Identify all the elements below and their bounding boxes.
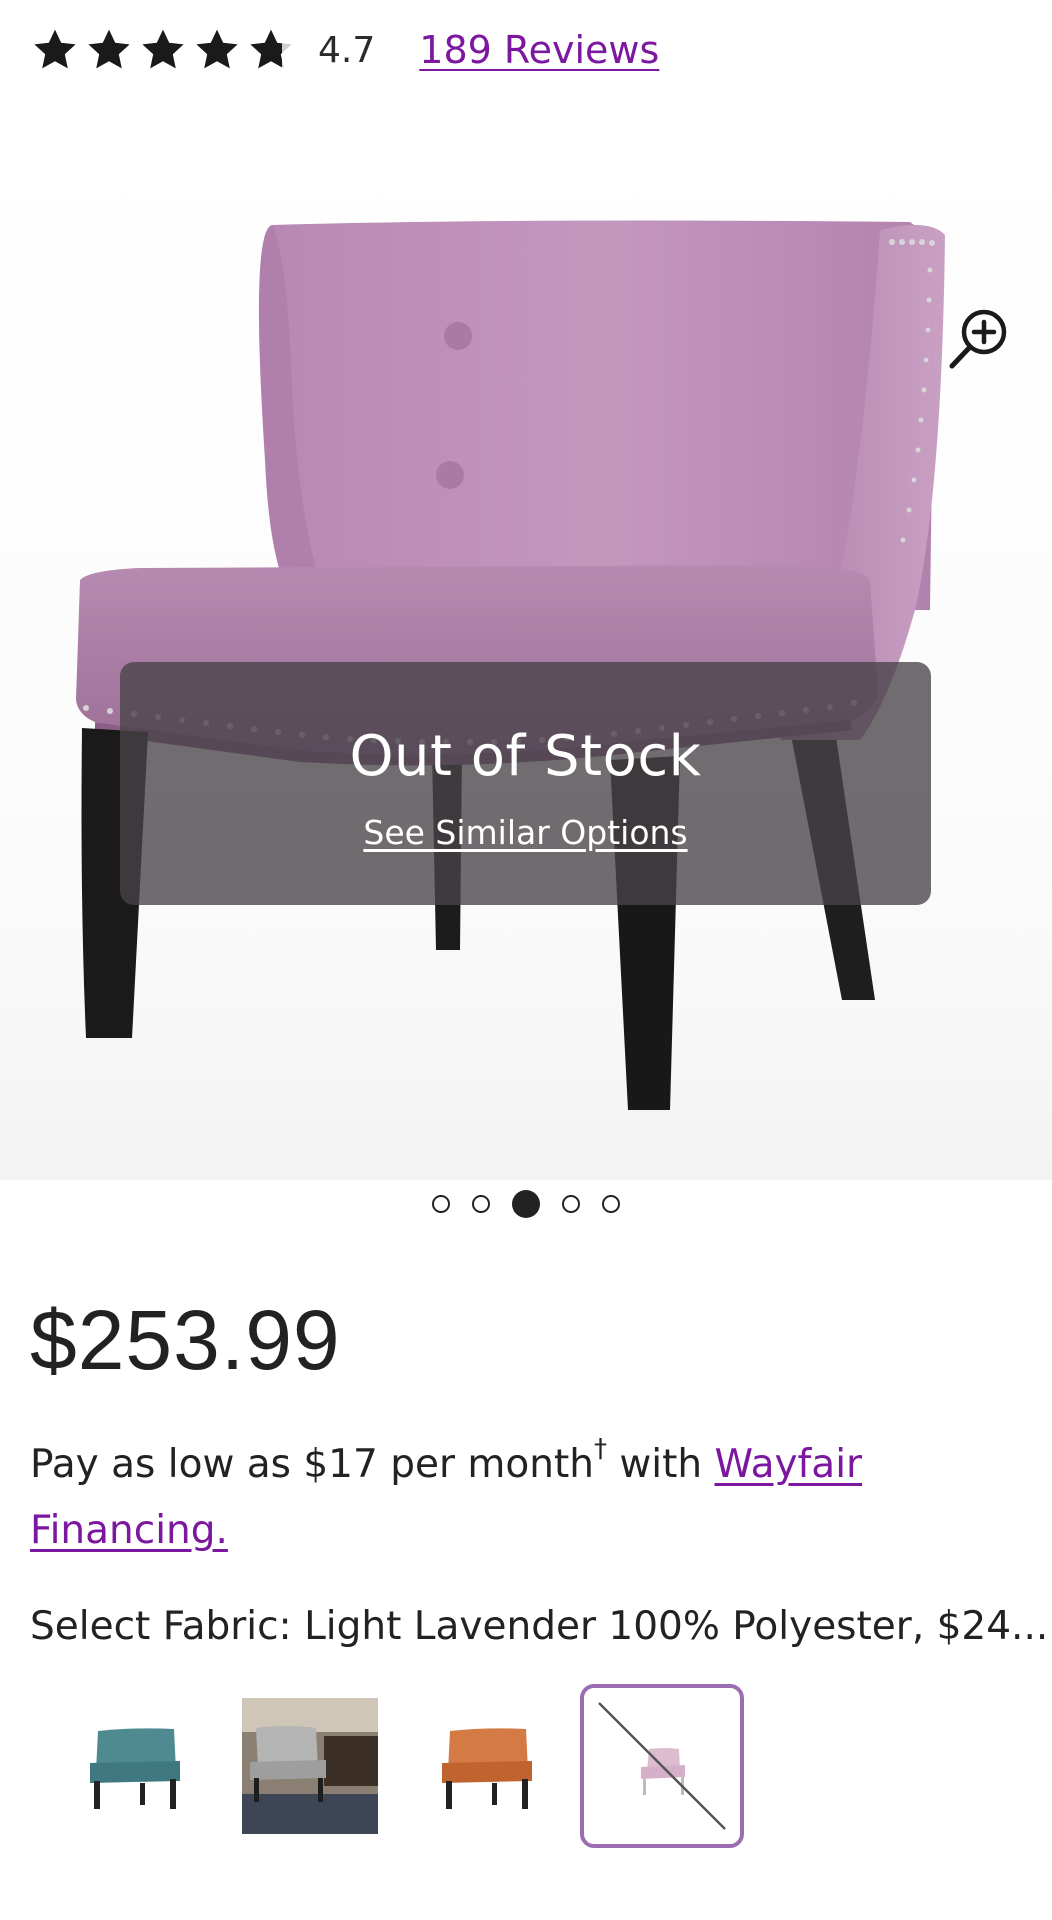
rating-value: 4.7 — [318, 29, 376, 71]
out-of-stock-title: Out of Stock — [349, 724, 702, 789]
financing-prefix: Pay as low as $17 per month — [30, 1442, 594, 1487]
orange-chair-thumbnail — [442, 1728, 532, 1809]
gray-chair-thumbnail — [242, 1698, 378, 1834]
financing-dagger: † — [593, 1434, 607, 1464]
carousel-dot-active[interactable] — [512, 1190, 540, 1218]
fabric-swatches — [52, 1684, 756, 1848]
star-icon — [88, 29, 130, 69]
star-icon — [142, 29, 184, 69]
financing-middle: with — [606, 1442, 715, 1487]
carousel-dot[interactable] — [562, 1195, 580, 1213]
zoom-in-icon[interactable] — [948, 308, 1008, 370]
star-icon — [34, 29, 76, 69]
rating-row: 4.7 189 Reviews — [30, 22, 659, 78]
see-similar-options-link[interactable]: See Similar Options — [363, 813, 687, 852]
fabric-selector-label: Select Fabric: Light Lavender 100% Polye… — [30, 1604, 1049, 1649]
product-price: $253.99 — [30, 1293, 341, 1387]
fabric-swatch-light-lavender[interactable] — [580, 1684, 744, 1848]
out-of-stock-overlay: Out of Stock See Similar Options — [120, 662, 931, 905]
partial-star-icon — [250, 29, 292, 69]
teal-chair-thumbnail — [90, 1728, 180, 1809]
carousel-dot[interactable] — [602, 1195, 620, 1213]
star-icon — [196, 29, 238, 69]
fabric-swatch-orange[interactable] — [404, 1684, 568, 1848]
fabric-swatch-teal[interactable] — [52, 1684, 216, 1848]
carousel-dot[interactable] — [432, 1195, 450, 1213]
product-image[interactable] — [0, 140, 1052, 1180]
fabric-swatch-gray[interactable] — [228, 1684, 392, 1848]
carousel-pagination — [0, 1190, 1052, 1218]
product-image-carousel[interactable]: Out of Stock See Similar Options — [0, 140, 1052, 1180]
unavailable-swatch-icon — [598, 1702, 726, 1830]
star-rating — [30, 26, 296, 74]
reviews-link[interactable]: 189 Reviews — [419, 28, 659, 72]
financing-text: Pay as low as $17 per month† with Wayfai… — [30, 1422, 1030, 1564]
carousel-dot[interactable] — [472, 1195, 490, 1213]
